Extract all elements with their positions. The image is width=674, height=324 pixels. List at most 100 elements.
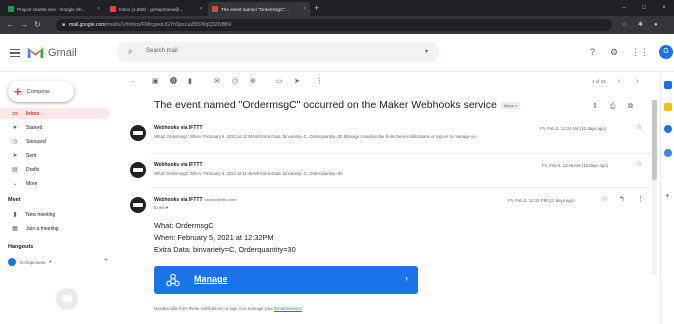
sidebar-item-drafts[interactable]: ▤ Drafts: [0, 164, 110, 175]
search-icon[interactable]: ⌕: [128, 47, 132, 57]
archive-icon[interactable]: ▣: [152, 77, 159, 86]
left-sidebar: + Compose ▭ Inbox ★ Starred ◷ Snoozed ➤ …: [0, 73, 122, 324]
older-chevron-icon[interactable]: ›: [636, 77, 638, 86]
new-tab-button[interactable]: +: [314, 3, 319, 13]
label-icon[interactable]: ➤: [294, 77, 300, 86]
ifttt-avatar: [130, 197, 146, 213]
apps-grid-icon[interactable]: ⋮⋮: [631, 47, 649, 57]
sidebar-item-sent[interactable]: ➤ Sent: [0, 150, 110, 161]
sender-name: Webhooks via IFTTT: [154, 197, 203, 203]
newer-chevron-icon[interactable]: ‹: [618, 77, 620, 86]
main-menu-icon[interactable]: [10, 49, 20, 57]
message-divider: [150, 187, 652, 188]
star-icon[interactable]: ☆: [636, 124, 642, 132]
sidebar-item-snoozed[interactable]: ◷ Snoozed: [0, 136, 110, 147]
calendar-icon[interactable]: [664, 81, 672, 89]
body-line-what: What: OrdermsgC: [154, 221, 214, 230]
body-line-extra-data: Extra Data: binvariety=C, Orderquantity=…: [154, 245, 296, 254]
browser-tab-inbox[interactable]: Inbox (1,889) - gchapmanw@... ×: [106, 2, 206, 16]
minimize-button[interactable]: –: [614, 0, 634, 16]
tasks-icon[interactable]: [664, 125, 672, 133]
reply-icon[interactable]: ↰: [619, 196, 625, 204]
message-sender: Webhooks via IFTTT: [154, 162, 203, 168]
hangouts-user[interactable]: Gchapmanw ▾: [8, 258, 52, 266]
meet-section-title: Meet: [8, 197, 21, 203]
search-options-icon[interactable]: ▾: [425, 48, 428, 55]
search-bar[interactable]: ⌕ Search mail ▾: [118, 42, 438, 62]
tab-close-icon[interactable]: ×: [97, 6, 100, 12]
snooze-icon[interactable]: ◷: [232, 77, 238, 86]
get-addons-plus-icon[interactable]: +: [665, 191, 670, 200]
compose-plus-icon: +: [14, 84, 22, 99]
manage-label: Manage: [194, 274, 228, 284]
new-meeting-button[interactable]: ▮ New meeting: [0, 209, 110, 220]
sidebar-item-label: Inbox: [26, 110, 40, 117]
open-new-window-icon[interactable]: ⧉: [628, 102, 633, 111]
move-to-icon[interactable]: ▭: [276, 77, 283, 86]
bookmark-star-icon[interactable]: ☆: [622, 20, 627, 30]
search-input[interactable]: Search mail: [146, 48, 178, 54]
tab-title: Project charter.xlsx - Google Sh...: [17, 6, 86, 12]
tab-close-icon[interactable]: ×: [199, 6, 202, 12]
message-divider: [150, 153, 652, 154]
address-bar[interactable]: ■ mail.google.com /mail/u/1/#inbox/FMfcg…: [56, 19, 612, 31]
tab-close-icon[interactable]: ×: [303, 6, 306, 12]
browser-tab-event[interactable]: The event named "OrdermsgC"... ×: [208, 2, 310, 16]
recipient-details[interactable]: to me ▾: [154, 205, 168, 211]
browser-tab-sheets[interactable]: Project charter.xlsx - Google Sh... ×: [4, 2, 104, 16]
join-meeting-button[interactable]: ▦ Join a meeting: [0, 223, 110, 234]
forward-arrow-icon[interactable]: →: [20, 20, 28, 30]
star-icon[interactable]: ☆: [636, 161, 642, 169]
hangouts-add-button[interactable]: +: [104, 257, 108, 264]
email-services-link[interactable]: Email services: [274, 306, 302, 311]
ifttt-avatar: [130, 162, 146, 178]
ifttt-avatar: [130, 125, 146, 141]
back-to-inbox-icon[interactable]: ←: [130, 77, 137, 86]
chevron-down-icon: ⌄: [12, 181, 18, 187]
extensions-puzzle-icon[interactable]: ✱: [638, 20, 643, 30]
more-options-icon[interactable]: ⋮: [316, 77, 323, 86]
back-arrow-icon[interactable]: ←: [6, 20, 14, 30]
chat-bubble-icon: [56, 288, 78, 310]
manage-button[interactable]: Manage ›: [154, 266, 418, 294]
star-icon: ★: [12, 125, 18, 131]
delete-icon[interactable]: ▮: [188, 77, 192, 86]
sidebar-item-label: New meeting: [26, 211, 56, 218]
add-task-icon[interactable]: ⊕: [250, 77, 256, 86]
unsubscribe-footer: Unsubscribe from these notifications or …: [154, 306, 303, 311]
print-icon[interactable]: ⎙: [610, 102, 616, 111]
maximize-button[interactable]: □: [634, 0, 654, 16]
star-icon[interactable]: ☆: [602, 196, 608, 204]
keep-icon[interactable]: [664, 103, 672, 111]
tab-title: The event named "OrdermsgC"...: [221, 6, 289, 12]
sidebar-item-more[interactable]: ⌄ More: [0, 178, 110, 189]
expand-all-icon[interactable]: ⇕: [592, 102, 598, 111]
message-collapsed[interactable]: Webhooks via IFTTT What: OrdermsgC When:…: [122, 121, 652, 149]
close-window-button[interactable]: ×: [654, 0, 674, 16]
browser-tab-strip: Project charter.xlsx - Google Sh... × In…: [0, 0, 674, 16]
sidebar-item-label: Join a meeting: [26, 225, 59, 232]
sidebar-item-inbox[interactable]: ▭ Inbox: [0, 108, 110, 119]
gmail-logo-icon[interactable]: [27, 46, 44, 59]
reload-icon[interactable]: ↻: [34, 20, 41, 30]
sidebar-item-label: Snoozed: [26, 138, 46, 145]
contacts-icon[interactable]: [664, 149, 672, 157]
profile-icon[interactable]: ●: [654, 20, 658, 30]
report-spam-icon[interactable]: ⓿: [170, 77, 177, 86]
settings-gear-icon[interactable]: ⚙: [610, 47, 618, 57]
more-vert-icon[interactable]: ⋮: [637, 196, 644, 204]
message-collapsed[interactable]: Webhooks via IFTTT What: OrdermsgC When:…: [122, 159, 652, 183]
scrollbar-thumb[interactable]: [652, 100, 657, 180]
sender-email: <action@ifttt.com>: [203, 197, 238, 202]
compose-button[interactable]: + Compose: [8, 81, 74, 102]
gmail-wordmark: Gmail: [48, 47, 77, 59]
account-avatar[interactable]: G: [659, 45, 673, 59]
help-icon[interactable]: ?: [590, 47, 595, 57]
pagination-count: 1 of 24: [592, 79, 606, 84]
lock-icon: ■: [62, 22, 66, 28]
sidebar-item-starred[interactable]: ★ Starred: [0, 122, 110, 133]
hangouts-section-title: Hangouts: [8, 244, 34, 250]
mark-unread-icon[interactable]: ✉: [214, 77, 220, 86]
inbox-label-badge[interactable]: Inbox ×: [500, 101, 521, 109]
webhooks-icon: [166, 273, 180, 287]
